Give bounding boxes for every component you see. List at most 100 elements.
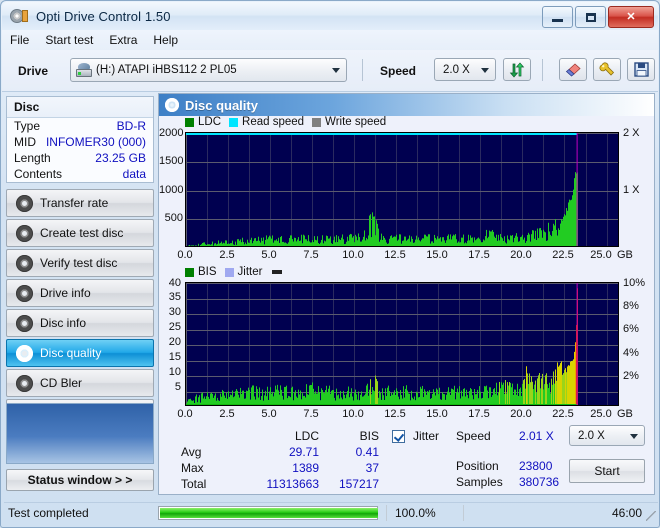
chart2-plot-area <box>185 282 619 406</box>
chart2-ytick-5: 5 <box>174 381 181 393</box>
disc-row-type: Type BD-R <box>7 118 153 134</box>
disc-quality-icon <box>165 98 179 112</box>
chart2-xaxis-unit: GB <box>617 408 633 420</box>
chart1-xtick-2: 5.0 <box>261 249 277 261</box>
jitter-label: Jitter <box>413 429 440 443</box>
status-bar: Test completed 100.0% 46:00 <box>4 502 658 523</box>
drive-select-value: (H:) ATAPI iHBS112 2 PL05 <box>96 64 237 76</box>
chart-bis-jitter: BIS Jitter 40 35 30 25 20 15 10 5 10% 8%… <box>159 266 654 426</box>
legend-label-ldc: LDC <box>198 116 222 128</box>
menu-item-start-test[interactable]: Start test <box>45 33 93 47</box>
sidebar-item-create-test-disc[interactable]: Create test disc <box>6 219 154 247</box>
sidebar-item-disc-quality[interactable]: Disc quality <box>6 339 154 367</box>
left-panel-filler <box>6 403 154 464</box>
disc-icon <box>16 314 33 332</box>
refresh-button[interactable] <box>503 58 531 81</box>
chevron-down-icon <box>630 433 638 439</box>
disc-icon <box>16 224 33 242</box>
disc-mid-label: MID <box>14 135 36 149</box>
disc-info-group: Disc Type BD-R MID INFOMER30 (000) Lengt… <box>6 96 154 183</box>
chart2-xtick-10: 25.0 <box>590 408 612 420</box>
chevron-down-icon <box>481 67 489 73</box>
chart1-xtick-0: 0.0 <box>177 249 193 261</box>
chart2-ytick-35: 35 <box>168 291 181 303</box>
results-total-bis: 157217 <box>338 477 379 491</box>
speed-select[interactable]: 2.0 X <box>434 58 496 81</box>
jitter-checkbox[interactable] <box>392 430 405 443</box>
chart2-xtick-9: 22.5 <box>552 408 574 420</box>
window-controls: ✕ <box>542 6 654 28</box>
sidebar-item-verify-test-disc[interactable]: Verify test disc <box>6 249 154 277</box>
chart-ldc-readspeed: LDC Read speed Write speed 2000 1500 100… <box>159 116 654 264</box>
chart2-xtick-0: 0.0 <box>177 408 193 420</box>
sidebar-item-label: Drive info <box>40 286 91 300</box>
progress-bar-fill <box>160 508 378 518</box>
disc-row-length: Length 23.25 GB <box>7 150 153 166</box>
legend-swatch-jitter <box>224 267 234 277</box>
chart2-ytick-40: 40 <box>168 277 181 289</box>
chart1-ytick-2000: 2000 <box>159 127 184 139</box>
speed-result-label: Speed <box>456 429 491 443</box>
status-window-button[interactable]: Status window > > <box>6 469 154 491</box>
maximize-button[interactable] <box>575 6 606 28</box>
save-button[interactable] <box>627 58 655 81</box>
sidebar-item-label: Verify test disc <box>40 256 118 270</box>
drive-select[interactable]: (H:) ATAPI iHBS112 2 PL05 <box>70 58 347 82</box>
legend-swatch-extra <box>272 270 283 274</box>
chart1-ytick-1500: 1500 <box>159 155 184 167</box>
chart2-xtick-5: 12.5 <box>384 408 406 420</box>
wrench-icon <box>598 61 614 76</box>
minimize-button[interactable] <box>542 6 573 28</box>
chart2-xtick-6: 15.0 <box>426 408 448 420</box>
legend-label-read-speed: Read speed <box>242 116 305 128</box>
sidebar-item-cd-bler[interactable]: CD Bler <box>6 369 154 397</box>
close-button[interactable]: ✕ <box>608 6 654 28</box>
toolbar-divider-2 <box>542 59 543 81</box>
floppy-save-icon <box>633 62 649 77</box>
speed-result-select[interactable]: 2.0 X <box>569 425 645 446</box>
minimize-icon <box>552 19 563 22</box>
chart1-xtick-8: 20.0 <box>510 249 532 261</box>
legend-swatch-bis <box>185 267 194 277</box>
sidebar-item-label: Transfer rate <box>40 196 109 210</box>
sidebar-item-transfer-rate[interactable]: Transfer rate <box>6 189 154 217</box>
resize-grip-icon[interactable] <box>646 511 656 521</box>
chart2-y2tick-4: 4% <box>623 347 639 359</box>
results-row-total-label: Total <box>181 477 207 491</box>
legend-swatch-write-speed <box>312 117 322 127</box>
menu-item-file[interactable]: File <box>10 33 29 47</box>
chart2-xtick-8: 20.0 <box>510 408 532 420</box>
close-icon: ✕ <box>626 10 636 23</box>
chart1-y2tick-2x: 2 X <box>623 127 640 139</box>
chart1-xtick-4: 10.0 <box>342 249 364 261</box>
chart2-y2tick-10: 10% <box>623 277 646 289</box>
disc-icon <box>16 344 33 362</box>
results-header-bis: BIS <box>359 429 379 443</box>
menu-item-extra[interactable]: Extra <box>109 33 137 47</box>
sidebar-item-disc-info[interactable]: Disc info <box>6 309 154 337</box>
results-row-avg-label: Avg <box>181 445 202 459</box>
left-panel: Disc Type BD-R MID INFOMER30 (000) Lengt… <box>6 96 154 524</box>
results-max-bis: 37 <box>365 461 379 475</box>
menu-item-help[interactable]: Help <box>153 33 178 47</box>
chart2-xtick-4: 10.0 <box>342 408 364 420</box>
legend-label-bis: BIS <box>198 266 217 278</box>
eraser-icon <box>565 62 581 77</box>
chart1-xtick-10: 25.0 <box>590 249 612 261</box>
chart2-ytick-20: 20 <box>168 336 181 348</box>
start-button[interactable]: Start <box>569 459 645 483</box>
samples-value: 380736 <box>519 475 560 489</box>
chart1-xtick-3: 7.5 <box>303 249 319 261</box>
drive-label: Drive <box>18 64 49 78</box>
right-panel: Disc quality LDC Read speed Write speed … <box>158 93 655 495</box>
chart2-xtick-2: 5.0 <box>261 408 277 420</box>
tools-button[interactable] <box>593 58 621 81</box>
sidebar-item-label: Create test disc <box>40 226 124 240</box>
chart2-y2tick-8: 8% <box>623 300 639 312</box>
erase-button[interactable] <box>559 58 587 81</box>
sidebar-item-drive-info[interactable]: Drive info <box>6 279 154 307</box>
chart1-xtick-9: 22.5 <box>552 249 574 261</box>
panel-header: Disc quality <box>159 94 654 116</box>
disc-contents-label: Contents <box>14 167 63 181</box>
chart2-ytick-30: 30 <box>168 306 181 318</box>
